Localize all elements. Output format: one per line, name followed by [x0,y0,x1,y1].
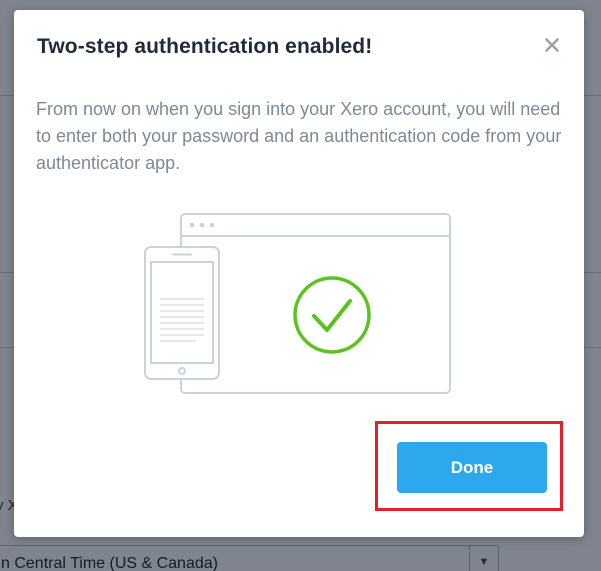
dialog-title: Two-step authentication enabled! [37,35,373,58]
close-icon [545,38,559,52]
success-illustration [144,213,451,394]
check-circle-icon [293,276,371,354]
phone-icon [144,246,220,380]
close-button[interactable] [541,34,563,56]
done-button[interactable]: Done [397,442,547,493]
dialog-message: From now on when you sign into your Xero… [36,99,562,173]
